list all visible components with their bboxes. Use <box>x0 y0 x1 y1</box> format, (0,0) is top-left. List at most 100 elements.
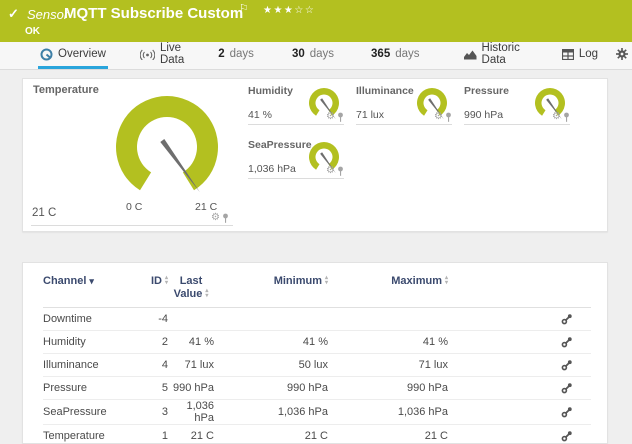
tab-2-days[interactable]: 2 days <box>216 42 256 69</box>
gauge-title: Humidity <box>248 85 293 97</box>
channel-name[interactable]: Illuminance <box>43 354 123 377</box>
tab-bar: Overview Live Data 2 days 30 days 365 da… <box>0 42 632 70</box>
log-table-icon <box>562 49 574 60</box>
tab-log[interactable]: Log <box>560 42 600 69</box>
table-row[interactable]: Downtime -4 <box>43 308 591 331</box>
sort-icon: ▴▾ <box>165 276 168 286</box>
channel-settings-icon[interactable] <box>561 359 573 371</box>
column-header-id[interactable]: ID▴▾ <box>123 263 168 308</box>
gear-icon[interactable]: ⚙ <box>434 112 443 122</box>
tab-number: 365 <box>371 48 390 60</box>
pin-icon[interactable] <box>563 112 570 122</box>
historic-chart-icon <box>464 49 477 60</box>
gear-icon[interactable]: ⚙ <box>552 112 561 122</box>
channel-id: 4 <box>123 354 168 377</box>
channel-maximum: 990 hPa <box>328 377 448 400</box>
tab-number: 2 <box>218 48 224 60</box>
channels-panel: Channel▾ ID▴▾ Last Value▴▾ Minimum▴▾ Max… <box>22 262 608 444</box>
channel-settings-icon[interactable] <box>561 382 573 394</box>
table-row[interactable]: Illuminance 4 71 lux 50 lux 71 lux <box>43 354 591 377</box>
tab-30-days[interactable]: 30 days <box>290 42 336 69</box>
channel-id: 3 <box>123 400 168 425</box>
sort-icon: ▴▾ <box>205 289 208 299</box>
table-row[interactable]: SeaPressure 3 1,036 hPa 1,036 hPa 1,036 … <box>43 400 591 425</box>
sort-icon: ▴▾ <box>325 276 328 286</box>
channel-last-value: 21 C <box>168 425 214 444</box>
gear-icon[interactable]: ⚙ <box>326 112 335 122</box>
gear-icon[interactable]: ⚙ <box>326 166 335 176</box>
channel-last-value <box>168 308 214 331</box>
sensor-header: ✓ Sensor MQTT Subscribe Custom ⚐ ★★★☆☆ O… <box>0 0 632 42</box>
channel-name[interactable]: Pressure <box>43 377 123 400</box>
table-header-row: Channel▾ ID▴▾ Last Value▴▾ Minimum▴▾ Max… <box>43 263 591 308</box>
channel-last-value: 990 hPa <box>168 377 214 400</box>
flag-icon[interactable]: ⚐ <box>239 2 249 15</box>
gauge-value: 41 % <box>248 109 272 121</box>
channel-name[interactable]: Downtime <box>43 308 123 331</box>
pin-icon[interactable] <box>222 213 229 223</box>
channel-settings-icon[interactable] <box>561 406 573 418</box>
table-row[interactable]: Pressure 5 990 hPa 990 hPa 990 hPa <box>43 377 591 400</box>
gauge-tile-humidity: Humidity 41 % ⚙ <box>248 83 344 125</box>
channel-last-value: 71 lux <box>168 354 214 377</box>
tab-historic-data[interactable]: Historic Data <box>462 42 522 69</box>
pin-icon[interactable] <box>337 112 344 122</box>
channel-name[interactable]: SeaPressure <box>43 400 123 425</box>
channel-name[interactable]: Temperature <box>43 425 123 444</box>
channel-settings-icon[interactable] <box>561 430 573 442</box>
channel-id: 2 <box>123 331 168 354</box>
channel-minimum: 50 lux <box>214 354 328 377</box>
table-row[interactable]: Temperature 1 21 C 21 C 21 C <box>43 425 591 444</box>
gauge-value: 1,036 hPa <box>248 163 296 175</box>
temperature-gauge <box>102 95 232 207</box>
gauge-title: Illuminance <box>356 85 414 97</box>
live-signal-icon <box>140 48 155 60</box>
main-gauge-title: Temperature <box>33 84 99 96</box>
channel-id: -4 <box>123 308 168 331</box>
page-title: MQTT Subscribe Custom <box>64 5 243 22</box>
channel-actions <box>448 308 591 331</box>
channel-last-value: 41 % <box>168 331 214 354</box>
pin-icon[interactable] <box>337 166 344 176</box>
table-row[interactable]: Humidity 2 41 % 41 % 41 % <box>43 331 591 354</box>
channel-settings-icon[interactable] <box>561 336 573 348</box>
channel-name[interactable]: Humidity <box>43 331 123 354</box>
column-label: Maximum <box>391 275 442 287</box>
column-header-minimum[interactable]: Minimum▴▾ <box>214 263 328 308</box>
gauge-value: 71 lux <box>356 109 384 121</box>
sort-icon: ▴▾ <box>445 276 448 286</box>
tab-number: 30 <box>292 48 305 60</box>
gauge-actions: ⚙ <box>211 213 229 223</box>
channel-settings-icon[interactable] <box>561 313 573 325</box>
tab-label: Log <box>579 48 598 60</box>
channel-actions <box>448 354 591 377</box>
tab-label: Overview <box>58 48 106 60</box>
gauge-scale-min: 0 C <box>126 201 142 213</box>
main-gauge-value: 21 C <box>32 207 56 219</box>
priority-stars[interactable]: ★★★☆☆ <box>263 5 315 16</box>
column-header-last-value[interactable]: Last Value▴▾ <box>168 263 214 308</box>
channels-table: Channel▾ ID▴▾ Last Value▴▾ Minimum▴▾ Max… <box>43 263 591 444</box>
tab-label: Historic Data <box>482 42 520 66</box>
channel-last-value: 1,036 hPa <box>168 400 214 425</box>
gauge-icon <box>40 48 53 61</box>
tab-unit: days <box>230 48 254 60</box>
gauge-actions: ⚙ <box>326 166 344 176</box>
tab-365-days[interactable]: 365 days <box>369 42 421 69</box>
gauge-value: 990 hPa <box>464 109 503 121</box>
tab-overview[interactable]: Overview <box>38 42 108 69</box>
channel-actions <box>448 425 591 444</box>
tab-settings[interactable]: Settings <box>614 42 632 69</box>
channel-id: 1 <box>123 425 168 444</box>
channel-id: 5 <box>123 377 168 400</box>
channel-minimum: 1,036 hPa <box>214 400 328 425</box>
gauge-actions: ⚙ <box>326 112 344 122</box>
gear-icon[interactable]: ⚙ <box>211 213 220 223</box>
column-header-channel[interactable]: Channel▾ <box>43 263 123 308</box>
tab-live-data[interactable]: Live Data <box>138 42 186 69</box>
settings-gear-icon <box>616 48 628 60</box>
channel-minimum <box>214 308 328 331</box>
pin-icon[interactable] <box>445 112 452 122</box>
column-header-maximum[interactable]: Maximum▴▾ <box>328 263 448 308</box>
channel-maximum: 1,036 hPa <box>328 400 448 425</box>
